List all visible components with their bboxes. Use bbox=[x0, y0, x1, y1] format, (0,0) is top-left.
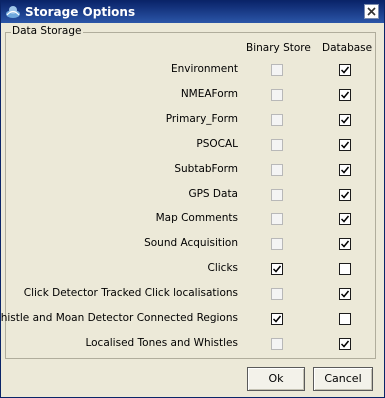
storage-row: Primary_Form bbox=[1, 110, 384, 130]
row-label: Click Detector Tracked Click localisatio… bbox=[23, 287, 238, 299]
binary-store-checkbox[interactable] bbox=[271, 263, 283, 275]
binary-store-checkbox[interactable] bbox=[271, 164, 283, 176]
binary-store-checkbox[interactable] bbox=[271, 89, 283, 101]
window-title: Storage Options bbox=[25, 5, 136, 19]
binary-store-checkbox[interactable] bbox=[271, 238, 283, 250]
binary-store-checkbox[interactable] bbox=[271, 313, 283, 325]
row-label: Sound Acquisition bbox=[144, 237, 238, 249]
row-label: Clicks bbox=[207, 262, 239, 274]
app-logo-icon bbox=[5, 4, 21, 20]
binary-store-checkbox[interactable] bbox=[271, 288, 283, 300]
storage-row: PSOCAL bbox=[1, 135, 384, 155]
database-checkbox[interactable] bbox=[339, 288, 351, 300]
binary-store-checkbox[interactable] bbox=[271, 64, 283, 76]
storage-options-dialog: Storage Options Data Storage Binary Stor… bbox=[0, 0, 385, 398]
database-checkbox[interactable] bbox=[339, 313, 351, 325]
row-label: PSOCAL bbox=[196, 138, 238, 150]
database-checkbox[interactable] bbox=[339, 164, 351, 176]
database-checkbox[interactable] bbox=[339, 89, 351, 101]
row-label: Localised Tones and Whistles bbox=[85, 337, 238, 349]
database-checkbox[interactable] bbox=[339, 189, 351, 201]
row-label: NMEAForm bbox=[180, 88, 238, 100]
binary-store-checkbox[interactable] bbox=[271, 213, 283, 225]
storage-row: GPS Data bbox=[1, 185, 384, 205]
database-checkbox[interactable] bbox=[339, 114, 351, 126]
binary-store-checkbox[interactable] bbox=[271, 139, 283, 151]
storage-row: Clicks bbox=[1, 259, 384, 279]
row-label: Environment bbox=[170, 63, 238, 75]
row-label: SubtabForm bbox=[174, 163, 238, 175]
database-checkbox[interactable] bbox=[339, 238, 351, 250]
title-bar[interactable]: Storage Options bbox=[1, 1, 384, 23]
binary-store-checkbox[interactable] bbox=[271, 189, 283, 201]
row-label: GPS Data bbox=[188, 188, 238, 200]
row-label: Map Comments bbox=[155, 212, 238, 224]
column-header-binary-store: Binary Store bbox=[246, 42, 311, 54]
ok-button[interactable]: Ok bbox=[247, 367, 305, 391]
database-checkbox[interactable] bbox=[339, 338, 351, 350]
close-button[interactable] bbox=[364, 4, 379, 19]
close-icon bbox=[367, 7, 376, 16]
storage-row: Localised Tones and Whistles bbox=[1, 334, 384, 354]
storage-row: Whistle and Moan Detector Connected Regi… bbox=[1, 309, 384, 329]
database-checkbox[interactable] bbox=[339, 64, 351, 76]
storage-row: Environment bbox=[1, 60, 384, 80]
database-checkbox[interactable] bbox=[339, 139, 351, 151]
group-legend: Data Storage bbox=[11, 25, 83, 37]
row-label: Whistle and Moan Detector Connected Regi… bbox=[0, 312, 238, 324]
cancel-button[interactable]: Cancel bbox=[313, 367, 373, 391]
storage-row: Map Comments bbox=[1, 209, 384, 229]
storage-row: Click Detector Tracked Click localisatio… bbox=[1, 284, 384, 304]
binary-store-checkbox[interactable] bbox=[271, 338, 283, 350]
database-checkbox[interactable] bbox=[339, 263, 351, 275]
row-label: Primary_Form bbox=[165, 113, 238, 125]
binary-store-checkbox[interactable] bbox=[271, 114, 283, 126]
storage-row: Sound Acquisition bbox=[1, 234, 384, 254]
storage-row: NMEAForm bbox=[1, 85, 384, 105]
database-checkbox[interactable] bbox=[339, 213, 351, 225]
column-header-database: Database bbox=[322, 42, 373, 54]
storage-row: SubtabForm bbox=[1, 160, 384, 180]
